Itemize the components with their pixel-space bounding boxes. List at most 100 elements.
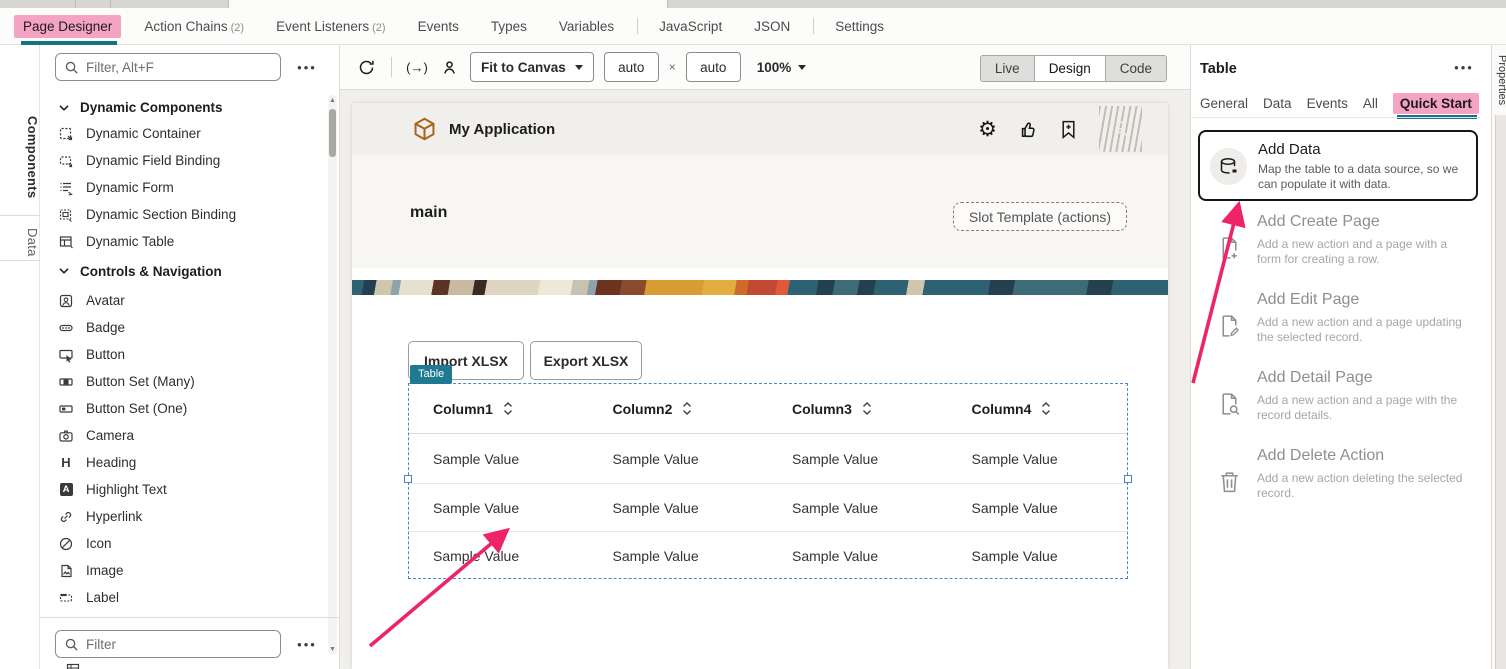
structure-filter-input[interactable]: Filter (55, 630, 281, 658)
live-cursor-icon[interactable]: (→) (406, 56, 428, 78)
inspector-tab-quick-start[interactable]: Quick Start (1393, 93, 1479, 114)
inspector-tab-events[interactable]: Events (1307, 96, 1348, 111)
rail-tab-data[interactable]: Data (0, 215, 40, 261)
scroll-down-icon[interactable]: ▼ (328, 646, 337, 653)
table-cell: Sample Value (768, 484, 948, 531)
table-cell: Sample Value (948, 532, 1128, 579)
palette-item-label[interactable]: Label (58, 584, 320, 611)
palette-item-dynamic-container[interactable]: Dynamic Container (58, 120, 320, 147)
palette-item-highlight-text[interactable]: A Highlight Text (58, 476, 320, 503)
image-icon (58, 563, 74, 579)
inspector-title: Table (1200, 61, 1237, 77)
palette-section-dynamic-components[interactable]: Dynamic Components (58, 95, 320, 120)
export-xlsx-button[interactable]: Export XLSX (530, 341, 642, 380)
section-title: Controls & Navigation (80, 264, 222, 279)
canvas-width-input[interactable] (604, 52, 659, 82)
palette-item-button-set-one[interactable]: Button Set (One) (58, 395, 320, 422)
tab-types[interactable]: Types (482, 15, 536, 38)
rail-tab-components[interactable]: Components (0, 97, 40, 217)
right-edge-panel[interactable]: Properties (1491, 45, 1506, 669)
components-palette: Filter, Alt+F ••• Dynamic Components Dyn… (40, 45, 340, 669)
bookmark-plus-icon[interactable] (1060, 120, 1077, 139)
column-header[interactable]: Column3 (768, 384, 948, 433)
user-icon[interactable] (438, 56, 460, 78)
inspector-tab-general[interactable]: General (1200, 96, 1248, 111)
palette-item-dynamic-section-binding[interactable]: Dynamic Section Binding (58, 201, 320, 228)
mode-design-button[interactable]: Design (1035, 56, 1106, 81)
inspector-tab-data[interactable]: Data (1263, 96, 1292, 111)
sort-icon[interactable] (1040, 401, 1052, 416)
palette-overflow-menu-button[interactable]: ••• (292, 57, 322, 77)
palette-item-button-set-many[interactable]: Button Set (Many) (58, 368, 320, 395)
item-label: Dynamic Container (86, 126, 201, 141)
canvas-height-input[interactable] (686, 52, 741, 82)
palette-item-dynamic-field-binding[interactable]: Dynamic Field Binding (58, 147, 320, 174)
palette-item-button[interactable]: Button (58, 341, 320, 368)
item-label: Heading (86, 455, 136, 470)
canvas-toolbar: (→) Fit to Canvas × 100% Live Design Cod… (340, 45, 1190, 90)
dynamic-container-icon (58, 126, 74, 142)
column-header[interactable]: Column2 (589, 384, 769, 433)
quickstart-description: Add a new action and a page with the rec… (1257, 393, 1472, 423)
page-search-icon (1217, 391, 1242, 417)
tab-events[interactable]: Events (409, 15, 468, 38)
inspector-tabs-divider (1191, 117, 1480, 118)
palette-scrollbar[interactable]: ▲ ▼ (328, 95, 337, 655)
hyperlink-icon (58, 509, 74, 525)
inspector-overflow-menu-button[interactable]: ••• (1449, 57, 1479, 77)
palette-item-badge[interactable]: Badge (58, 314, 320, 341)
inspector-tab-all[interactable]: All (1363, 96, 1378, 111)
table-cell: Sample Value (768, 434, 948, 483)
scrollbar-thumb[interactable] (329, 109, 336, 157)
palette-item-image[interactable]: Image (58, 557, 320, 584)
tab-json[interactable]: JSON (745, 15, 799, 38)
button-icon (58, 347, 74, 363)
table-cell: Sample Value (948, 484, 1128, 531)
zoom-select[interactable]: 100% (757, 60, 807, 75)
palette-divider (40, 617, 339, 618)
palette-section-controls-navigation[interactable]: Controls & Navigation (58, 255, 320, 287)
item-label: Dynamic Form (86, 180, 174, 195)
palette-filter-input[interactable]: Filter, Alt+F (55, 53, 281, 81)
selection-handle-left[interactable] (404, 475, 412, 483)
sort-icon[interactable] (681, 401, 693, 416)
palette-item-icon[interactable]: Icon (58, 530, 320, 557)
palette-item-camera[interactable]: Camera (58, 422, 320, 449)
chevron-down-icon (58, 265, 70, 277)
table-cell: Sample Value (409, 532, 589, 579)
caret-down-icon (575, 65, 583, 70)
table-component[interactable]: Column1 Column2 Column3 Column4 Sample V… (408, 383, 1128, 579)
item-label: Dynamic Table (86, 234, 174, 249)
palette-item-partial[interactable] (65, 662, 81, 669)
gear-icon[interactable]: ⚙ (978, 119, 997, 140)
thumbs-up-icon[interactable] (1019, 120, 1038, 139)
tab-javascript[interactable]: JavaScript (650, 15, 731, 38)
selection-handle-right[interactable] (1124, 475, 1132, 483)
tab-page-designer[interactable]: Page Designer (14, 15, 121, 38)
palette-item-avatar[interactable]: Avatar (58, 287, 320, 314)
mode-live-button[interactable]: Live (981, 56, 1035, 81)
palette-item-dynamic-table[interactable]: Dynamic Table (58, 228, 320, 255)
tab-variables[interactable]: Variables (550, 15, 623, 38)
palette-item-heading[interactable]: H Heading (58, 449, 320, 476)
column-header[interactable]: Column4 (948, 384, 1128, 433)
tab-label: Action Chains (144, 19, 227, 34)
palette-item-hyperlink[interactable]: Hyperlink (58, 503, 320, 530)
column-header[interactable]: Column1 (409, 384, 589, 433)
tab-event-listeners[interactable]: Event Listeners(2) (267, 15, 395, 38)
structure-overflow-menu-button[interactable]: ••• (292, 634, 322, 654)
scroll-up-icon[interactable]: ▲ (328, 97, 337, 104)
refresh-icon[interactable] (355, 56, 377, 78)
tab-action-chains[interactable]: Action Chains(2) (135, 15, 253, 38)
palette-item-dynamic-form[interactable]: Dynamic Form (58, 174, 320, 201)
user-avatar[interactable] (1099, 106, 1142, 152)
slot-template-actions-button[interactable]: Slot Template (actions) (953, 202, 1127, 231)
design-canvas-page[interactable]: My Application ⚙ main Slot Template (act… (352, 103, 1168, 669)
ellipsis-icon: ••• (1454, 61, 1474, 74)
fit-to-canvas-select[interactable]: Fit to Canvas (470, 52, 594, 82)
sort-icon[interactable] (861, 401, 873, 416)
mode-code-button[interactable]: Code (1106, 56, 1166, 81)
sort-icon[interactable] (502, 401, 514, 416)
tab-settings[interactable]: Settings (826, 15, 893, 38)
quickstart-add-data-card[interactable]: Add Data Map the table to a data source,… (1198, 130, 1478, 201)
